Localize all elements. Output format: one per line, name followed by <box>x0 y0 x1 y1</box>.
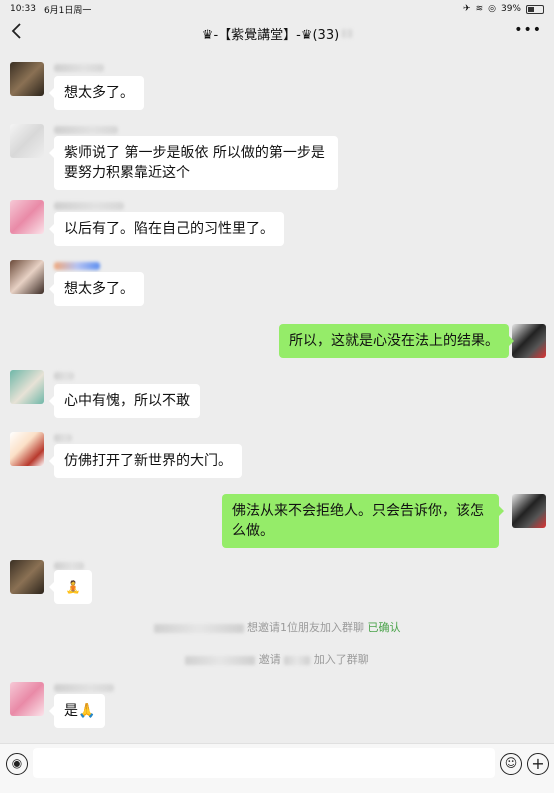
chat-header: ♛-【紫覺講堂】-♛(33) ••• <box>0 18 554 48</box>
message-bubble[interactable]: 以后有了。陷在自己的习性里了。 <box>49 212 284 246</box>
avatar[interactable] <box>10 62 44 96</box>
status-date: 6月1日周一 <box>43 5 92 16</box>
emoji-icon[interactable]: ☺ <box>500 753 522 775</box>
avatar[interactable] <box>10 260 44 294</box>
system-notice-text: 加入了群聊 <box>313 653 369 666</box>
blurred-name <box>185 655 256 665</box>
sender-name <box>54 202 124 210</box>
message-bubble[interactable]: 佛法从来不会拒绝人。只会告诉你，该怎么做。 <box>222 494 504 548</box>
battery-icon <box>526 4 544 14</box>
sender-name <box>54 64 104 72</box>
avatar[interactable] <box>10 124 44 158</box>
voice-icon[interactable]: ◉ <box>6 753 28 775</box>
airplane-icon: ✈ <box>463 4 471 14</box>
wifi-icon: ≋ <box>475 4 484 14</box>
avatar[interactable] <box>512 324 546 358</box>
message-input[interactable] <box>33 748 495 778</box>
message-list[interactable]: 想太多了。 紫师说了 第一步是皈依 所以做的第一步是要努力积累靠近这个 以后有了… <box>0 48 554 743</box>
message-bubble[interactable]: 仿佛打开了新世界的大门。 <box>49 444 242 478</box>
avatar[interactable] <box>10 370 44 404</box>
message-bubble[interactable]: 想太多了。 <box>49 272 144 306</box>
blurred-name <box>284 655 311 665</box>
chat-title: ♛-【紫覺講堂】-♛(33) <box>201 27 340 43</box>
chevron-left-icon[interactable] <box>10 22 30 44</box>
battery-percent: 39% <box>500 4 521 14</box>
sender-name <box>54 262 100 270</box>
sender-name <box>54 126 118 134</box>
status-time: 10:33 <box>10 4 36 14</box>
message-bubble[interactable]: 是🙏 <box>48 694 106 728</box>
status-indicators: ✈ ≋ ◎ 39% <box>463 4 544 14</box>
sender-name <box>54 434 72 442</box>
status-bar: 10:33 6月1日周一 ✈ ≋ ◎ 39% <box>0 0 554 18</box>
system-notice: 邀请 加入了群聊 <box>0 651 554 667</box>
message-bubble[interactable]: 想太多了。 <box>49 76 144 110</box>
avatar[interactable] <box>10 682 44 716</box>
plus-icon[interactable]: + <box>527 753 549 775</box>
avatar[interactable] <box>512 494 546 528</box>
title-blurred-suffix <box>342 28 353 38</box>
lock-rotation-icon: ◎ <box>488 4 496 14</box>
input-bar: ◉ ☺ + <box>0 743 554 793</box>
sender-name <box>54 684 114 692</box>
avatar[interactable] <box>10 432 44 466</box>
message-bubble[interactable]: 🧘 <box>49 570 92 604</box>
more-icon[interactable]: ••• <box>514 22 542 38</box>
system-notice-prefix: 邀请 <box>258 653 281 666</box>
avatar[interactable] <box>10 200 44 234</box>
message-bubble[interactable]: 所以，这就是心没在法上的结果。 <box>279 324 514 358</box>
sender-name <box>54 372 74 380</box>
message-bubble[interactable]: 心中有愧，所以不敢 <box>49 384 200 418</box>
blurred-name <box>153 623 244 633</box>
confirm-link[interactable]: 已确认 <box>368 621 401 634</box>
system-notice: 想邀请1位朋友加入群聊 已确认 <box>0 619 554 635</box>
message-bubble[interactable]: 紫师说了 第一步是皈依 所以做的第一步是要努力积累靠近这个 <box>49 136 338 190</box>
sender-name <box>54 562 84 570</box>
system-notice-text: 想邀请1位朋友加入群聊 <box>247 621 364 634</box>
avatar[interactable] <box>10 560 44 594</box>
